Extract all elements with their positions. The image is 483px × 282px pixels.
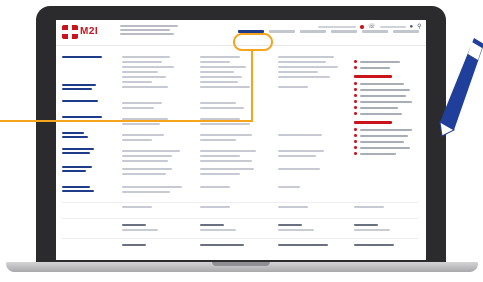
- content-block: [200, 168, 270, 178]
- grid-header: [278, 206, 308, 211]
- content-block: [278, 168, 348, 173]
- content-block: [122, 102, 182, 112]
- sidebar-item[interactable]: [354, 60, 420, 63]
- laptop-screen: M2I ☏ ● ⚲: [56, 20, 426, 260]
- content-block: [122, 86, 182, 91]
- sidebar-heading: [354, 75, 392, 78]
- grid-cell[interactable]: [200, 224, 236, 231]
- phone-icon[interactable]: ☏: [368, 24, 376, 30]
- grid-header: [354, 206, 384, 211]
- header-utilities: ☏ ● ⚲: [318, 24, 422, 30]
- sidebar-heading: [354, 121, 392, 124]
- category-label[interactable]: [62, 186, 102, 194]
- category-label[interactable]: [62, 148, 102, 156]
- sidebar-item[interactable]: [354, 100, 420, 103]
- sidebar-item[interactable]: [354, 94, 420, 97]
- content-block: [122, 150, 192, 165]
- laptop-mockup-scene: M2I ☏ ● ⚲: [0, 0, 483, 282]
- grid-cell[interactable]: [122, 224, 158, 231]
- content-block: [122, 186, 192, 196]
- cart-icon[interactable]: [360, 25, 364, 29]
- sidebar-item[interactable]: [354, 66, 420, 69]
- grid-cell[interactable]: [122, 244, 146, 249]
- utility-link[interactable]: [318, 26, 356, 28]
- phone-number: [379, 26, 406, 28]
- content-block: [278, 134, 338, 139]
- sidebar-item[interactable]: [354, 146, 420, 149]
- grid-cell[interactable]: [278, 224, 314, 231]
- grid-cell[interactable]: [354, 244, 394, 249]
- nav-item-5[interactable]: [362, 30, 388, 33]
- sidebar-item[interactable]: [354, 140, 420, 143]
- nav-highlight-ring: [233, 33, 273, 51]
- nav-item-6[interactable]: [393, 30, 419, 33]
- sidebar-item[interactable]: [354, 152, 420, 155]
- grid-header: [200, 206, 230, 211]
- content-block: [278, 150, 348, 160]
- content-block: [200, 150, 270, 165]
- content-block: [122, 168, 192, 178]
- category-label[interactable]: [62, 84, 102, 92]
- grid-divider: [62, 238, 418, 239]
- grid-cell[interactable]: [200, 244, 244, 249]
- grid-divider: [62, 202, 418, 203]
- callout-line: [0, 120, 253, 122]
- category-label[interactable]: [62, 166, 102, 174]
- content-block: [200, 134, 260, 144]
- sidebar-item[interactable]: [354, 112, 420, 115]
- sidebar-item[interactable]: [354, 134, 420, 137]
- grid-cell[interactable]: [278, 244, 328, 249]
- content-block: [278, 56, 348, 81]
- sidebar-item[interactable]: [354, 106, 420, 109]
- sidebar-item[interactable]: [354, 82, 420, 85]
- grid-divider: [62, 218, 418, 219]
- grid-header: [122, 206, 152, 211]
- content-block: [122, 134, 182, 144]
- m2i-logo-icon[interactable]: [62, 25, 78, 39]
- brand-name[interactable]: M2I: [80, 26, 98, 37]
- search-icon[interactable]: ⚲: [417, 24, 421, 30]
- category-label[interactable]: [62, 132, 102, 140]
- sidebar-item[interactable]: [354, 128, 420, 131]
- content-block: [200, 186, 270, 191]
- category-label[interactable]: [62, 56, 102, 60]
- content-block: [278, 86, 338, 91]
- nav-item-4[interactable]: [331, 30, 357, 33]
- sidebar-item[interactable]: [354, 88, 420, 91]
- grid-cell[interactable]: [354, 224, 390, 231]
- content-block: [278, 186, 348, 191]
- brand-tagline: [120, 25, 180, 37]
- category-label[interactable]: [62, 100, 102, 104]
- pen-icon: [439, 38, 483, 137]
- nav-item-3[interactable]: [300, 30, 326, 33]
- nav-item-2[interactable]: [269, 30, 295, 33]
- sidebar: [354, 60, 420, 158]
- laptop-base-notch: [212, 262, 270, 266]
- callout-line: [251, 51, 253, 122]
- user-icon[interactable]: ●: [410, 24, 414, 30]
